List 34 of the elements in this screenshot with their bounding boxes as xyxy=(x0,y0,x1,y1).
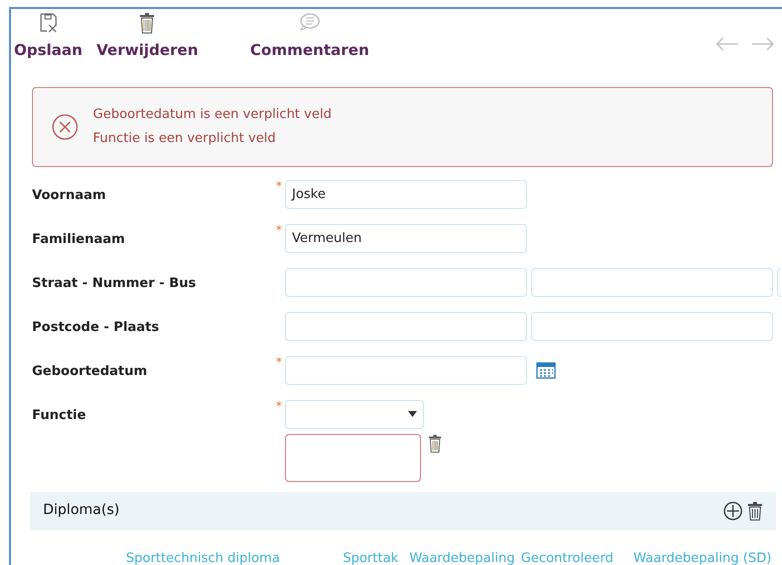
field-label: Functie xyxy=(32,406,87,424)
trash-icon[interactable] xyxy=(428,434,442,452)
toolbar-button[interactable]: Commentaren xyxy=(249,12,370,62)
field-label: Geboortedatum xyxy=(32,362,148,380)
input-field[interactable] xyxy=(285,268,527,296)
trash-icon[interactable] xyxy=(747,500,763,520)
toolbar-button[interactable]: Opslaan xyxy=(13,12,84,62)
input-field[interactable] xyxy=(285,312,527,340)
error-message: Geboortedatum is een verplicht veld xyxy=(93,106,332,124)
speech-bubble-icon xyxy=(298,12,321,34)
input-field[interactable]: Vermeulen xyxy=(285,224,527,252)
section-title: Diploma(s) xyxy=(43,501,120,520)
input-field[interactable] xyxy=(531,312,773,340)
input-field[interactable] xyxy=(531,268,773,296)
add-icon[interactable] xyxy=(723,500,743,520)
input-field[interactable] xyxy=(285,356,527,384)
required-mark: * xyxy=(276,356,283,368)
required-mark: * xyxy=(276,400,283,412)
calendar-icon[interactable] xyxy=(536,361,556,379)
floppy-icon xyxy=(38,12,58,34)
required-mark: * xyxy=(276,180,283,192)
required-mark: * xyxy=(276,224,283,236)
field-label: Voornaam xyxy=(32,186,107,204)
input-field[interactable]: Joske xyxy=(285,180,527,208)
error-message: Functie is een verplicht veld xyxy=(93,130,277,148)
trash-icon xyxy=(139,12,156,34)
field-label: Postcode - Plaats xyxy=(32,318,160,336)
text-area[interactable] xyxy=(285,434,421,482)
field-label: Straat - Nummer - Bus xyxy=(32,274,197,292)
toolbar-button[interactable]: Verwijderen xyxy=(95,12,200,62)
dropdown[interactable] xyxy=(285,400,424,428)
error-icon xyxy=(51,112,79,140)
caret-icon xyxy=(408,411,417,417)
field-label: Familienaam xyxy=(32,230,126,248)
